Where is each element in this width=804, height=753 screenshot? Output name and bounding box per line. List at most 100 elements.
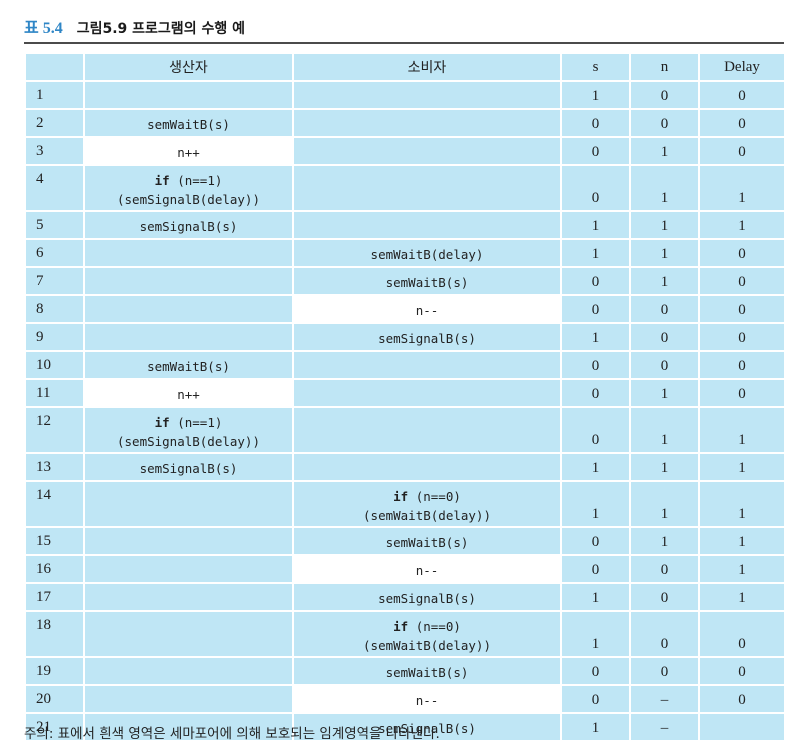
code-line: semSignalB(s) (85, 459, 292, 478)
table-row: 18 if (n==0) (semWaitB(delay)) 1 0 0 (24, 610, 786, 658)
producer-cell-critical-section: n++ (83, 378, 294, 408)
table-header-row: 생산자 소비자 s n Delay (24, 52, 786, 82)
code-line: semSignalB(s) (294, 329, 560, 348)
n-value-cell: 1 (629, 136, 700, 166)
step-number-cell: 13 (24, 452, 85, 482)
delay-value-cell: 0 (698, 610, 786, 658)
code-text: (semWaitB(delay)) (363, 508, 491, 523)
step-number-cell: 16 (24, 554, 85, 584)
producer-cell-critical-section: n++ (83, 136, 294, 166)
code-text: (semSignalB(delay)) (117, 434, 260, 449)
code-text: (n==1) (169, 415, 223, 430)
code-text: (semWaitB(delay)) (363, 638, 491, 653)
header-step (24, 52, 85, 82)
code-text: semWaitB(s) (385, 665, 469, 680)
consumer-cell (292, 350, 562, 380)
delay-value-cell: 1 (698, 582, 786, 612)
code-keyword: if (393, 489, 409, 504)
consumer-cell (292, 108, 562, 138)
delay-value-cell (698, 712, 786, 742)
s-value-cell: 1 (560, 712, 631, 742)
delay-value-cell: 0 (698, 684, 786, 714)
code-line: (semWaitB(delay)) (294, 636, 560, 655)
caption-rule (24, 42, 784, 44)
table-row: 15 semWaitB(s) 0 1 1 (24, 526, 786, 556)
step-number-cell: 19 (24, 656, 85, 686)
n-value-cell: 0 (629, 554, 700, 584)
consumer-cell: semWaitB(s) (292, 526, 562, 556)
header-s: s (560, 52, 631, 82)
code-line: (semSignalB(delay)) (85, 190, 292, 209)
producer-cell: semWaitB(s) (83, 108, 294, 138)
delay-value-cell: 1 (698, 554, 786, 584)
table-row: 16 n-- 0 0 1 (24, 554, 786, 584)
producer-cell (83, 80, 294, 110)
table-caption: 표 5.4 그림5.9 프로그램의 수행 예 (24, 14, 245, 38)
table-row: 19 semWaitB(s) 0 0 0 (24, 656, 786, 686)
delay-value-cell: 0 (698, 80, 786, 110)
code-text: n-- (415, 693, 439, 708)
producer-cell (83, 610, 294, 658)
consumer-cell: semSignalB(s) (292, 322, 562, 352)
producer-cell: semSignalB(s) (83, 210, 294, 240)
s-value-cell: 0 (560, 378, 631, 408)
code-line: n-- (294, 561, 560, 580)
code-text: semWaitB(s) (385, 275, 469, 290)
table-row: 20 n-- 0–0 (24, 684, 786, 714)
step-number-cell: 8 (24, 294, 85, 324)
delay-value-cell: 0 (698, 378, 786, 408)
consumer-cell: semWaitB(s) (292, 656, 562, 686)
s-value-cell: 0 (560, 350, 631, 380)
delay-value-cell: 0 (698, 656, 786, 686)
producer-cell: if (n==1) (semSignalB(delay)) (83, 164, 294, 212)
n-value-cell: 0 (629, 656, 700, 686)
table-row: 8 n-- 0 0 0 (24, 294, 786, 324)
s-value-cell: 1 (560, 452, 631, 482)
n-value-cell: – (629, 712, 700, 742)
table-row: 14 if (n==0) (semWaitB(delay)) 1 1 1 (24, 480, 786, 528)
code-line: if (n==1) (85, 171, 292, 190)
consumer-cell: if (n==0) (semWaitB(delay)) (292, 480, 562, 528)
delay-value-cell: 1 (698, 210, 786, 240)
table-row: 1100 (24, 80, 786, 110)
consumer-cell: semWaitB(delay) (292, 238, 562, 268)
producer-cell (83, 582, 294, 612)
n-value-cell: 0 (629, 322, 700, 352)
step-number-cell: 10 (24, 350, 85, 380)
step-number-cell: 11 (24, 378, 85, 408)
step-number-cell: 3 (24, 136, 85, 166)
s-value-cell: 0 (560, 136, 631, 166)
s-value-cell: 0 (560, 406, 631, 454)
producer-cell (83, 238, 294, 268)
n-value-cell: 1 (629, 452, 700, 482)
header-producer: 생산자 (83, 52, 294, 82)
execution-table: 생산자 소비자 s n Delay 1 1 0 0 2 semWaitB(s) 0 0 0 3 n+… (24, 52, 786, 742)
consumer-cell-critical-section: n-- (292, 554, 562, 584)
producer-cell (83, 684, 294, 714)
s-value-cell: 1 (560, 480, 631, 528)
step-number-cell: 15 (24, 526, 85, 556)
table-title: 그림5.9 프로그램의 수행 예 (76, 21, 245, 37)
code-line: (semWaitB(delay)) (294, 506, 560, 525)
step-number-cell: 2 (24, 108, 85, 138)
code-line: (semSignalB(delay)) (85, 432, 292, 451)
producer-cell (83, 526, 294, 556)
table-row: 9 semSignalB(s) 1 0 0 (24, 322, 786, 352)
code-text: n-- (415, 563, 439, 578)
code-text: semSignalB(s) (378, 591, 476, 606)
consumer-cell (292, 210, 562, 240)
delay-value-cell: 1 (698, 480, 786, 528)
table-row: 4 if (n==1) (semSignalB(delay)) 0 1 1 (24, 164, 786, 212)
producer-cell (83, 656, 294, 686)
n-value-cell: 0 (629, 108, 700, 138)
table-row: 10 semWaitB(s) 0 0 0 (24, 350, 786, 380)
s-value-cell: 0 (560, 164, 631, 212)
code-text: semSignalB(s) (139, 219, 238, 234)
header-n: n (629, 52, 700, 82)
code-text: (n==0) (408, 489, 461, 504)
table-row: 12 if (n==1) (semSignalB(delay)) 0 1 1 (24, 406, 786, 454)
step-number-cell: 5 (24, 210, 85, 240)
s-value-cell: 0 (560, 684, 631, 714)
code-text: semWaitB(s) (147, 359, 230, 374)
producer-cell: semWaitB(s) (83, 350, 294, 380)
